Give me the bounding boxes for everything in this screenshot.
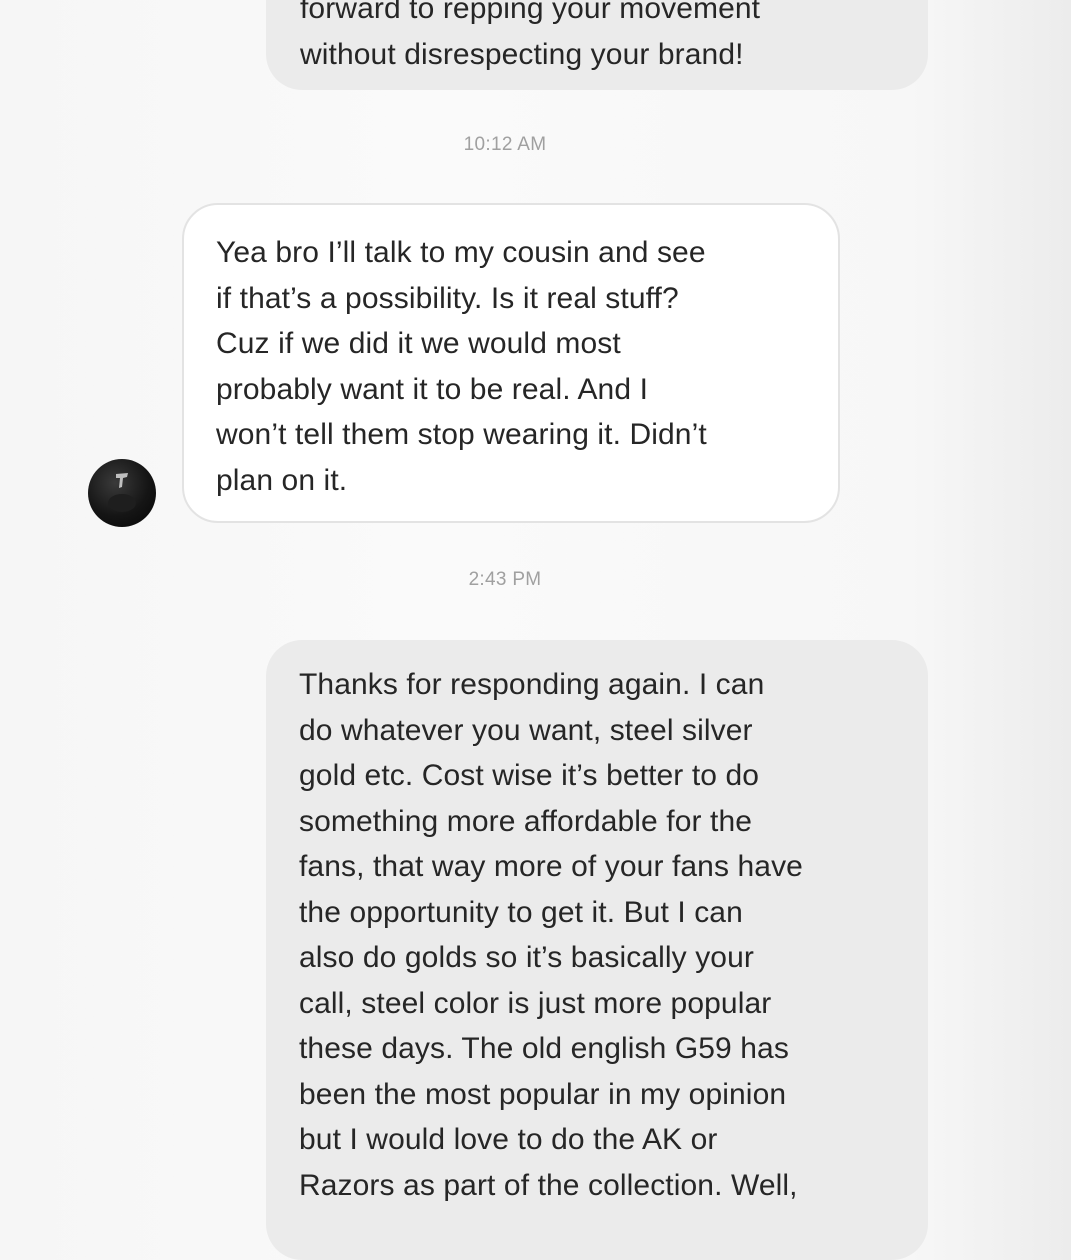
message-timestamp: 10:12 AM [463, 134, 547, 155]
message-thread: forward to repping your movement without… [0, 0, 1071, 1260]
sent-message-bubble[interactable]: Thanks for responding again. I can do wh… [266, 640, 928, 1260]
received-message-bubble[interactable]: Yea bro I’ll talk to my cousin and see i… [182, 203, 840, 523]
avatar-photo-icon [108, 473, 136, 512]
sent-message-bubble[interactable]: forward to repping your movement without… [266, 0, 928, 90]
contact-avatar[interactable] [88, 459, 156, 527]
message-timestamp: 2:43 PM [468, 569, 542, 590]
